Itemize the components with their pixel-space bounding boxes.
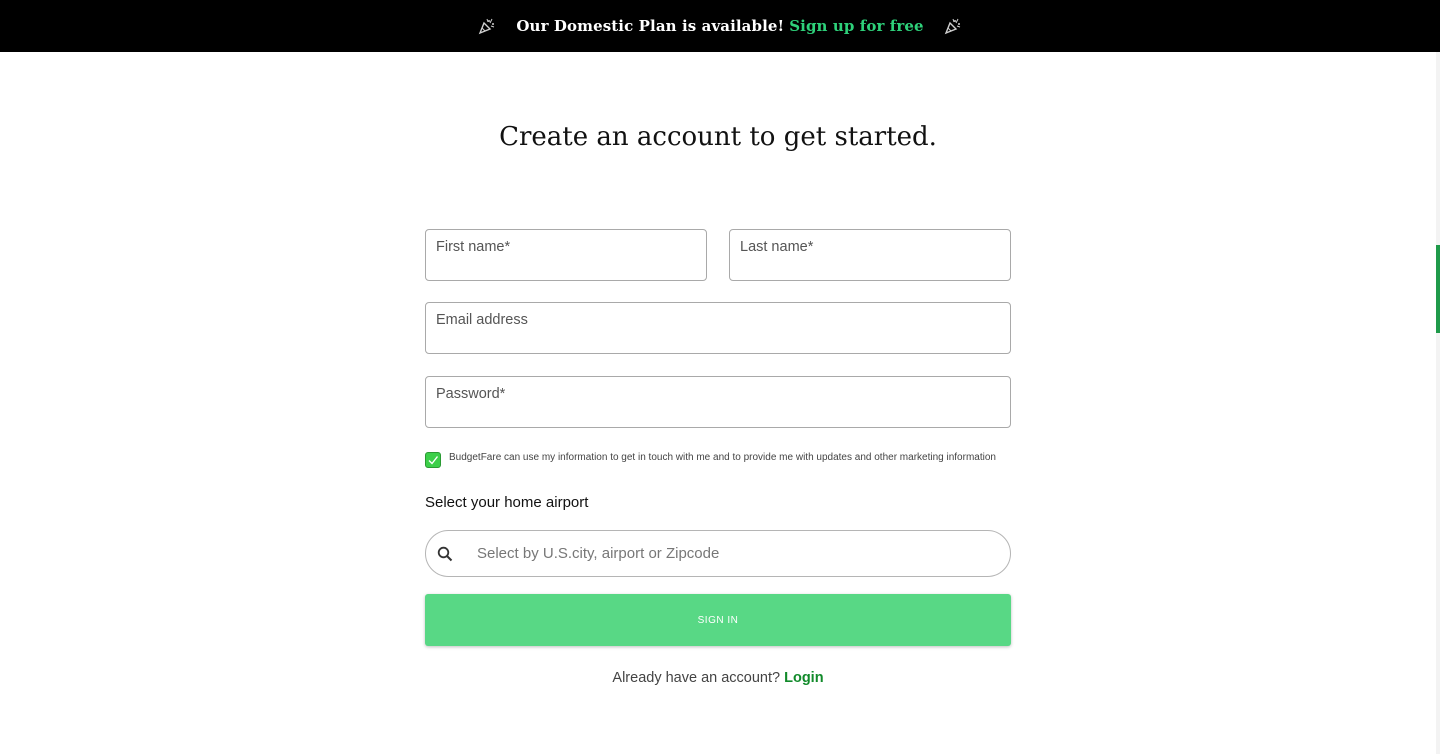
sign-up-link[interactable]: Sign up for free <box>789 17 923 35</box>
consent-checkbox[interactable] <box>425 452 441 468</box>
login-link[interactable]: Login <box>784 670 823 686</box>
banner-message: Our Domestic Plan is available! <box>516 17 785 35</box>
signup-page: Create an account to get started. First … <box>0 52 1440 754</box>
last-name-label: Last name* <box>740 239 814 255</box>
scrollbar-track[interactable] <box>1436 52 1440 754</box>
party-popper-icon <box>478 17 496 35</box>
marketing-consent: BudgetFare can use my information to get… <box>425 452 1015 468</box>
scrollbar-thumb[interactable] <box>1436 245 1440 333</box>
party-popper-icon <box>944 17 962 35</box>
email-label: Email address <box>436 312 528 328</box>
sign-in-button[interactable]: SIGN IN <box>425 594 1011 646</box>
home-airport-search[interactable] <box>425 530 1011 577</box>
email-field[interactable]: Email address <box>425 302 1011 354</box>
home-airport-label: Select your home airport <box>425 494 589 511</box>
password-label: Password* <box>436 386 506 402</box>
home-airport-input[interactable] <box>475 544 975 563</box>
page-title: Create an account to get started. <box>499 122 937 152</box>
search-icon <box>435 544 455 564</box>
checkmark-icon <box>428 456 439 465</box>
password-field[interactable]: Password* <box>425 376 1011 428</box>
login-prompt: Already have an account? Login <box>0 670 1436 686</box>
consent-text: BudgetFare can use my information to get… <box>449 452 996 463</box>
first-name-field[interactable]: First name* <box>425 229 707 281</box>
first-name-label: First name* <box>436 239 511 255</box>
last-name-field[interactable]: Last name* <box>729 229 1011 281</box>
login-prompt-text: Already have an account? <box>612 670 781 686</box>
announcement-banner: Our Domestic Plan is available! Sign up … <box>0 0 1440 52</box>
